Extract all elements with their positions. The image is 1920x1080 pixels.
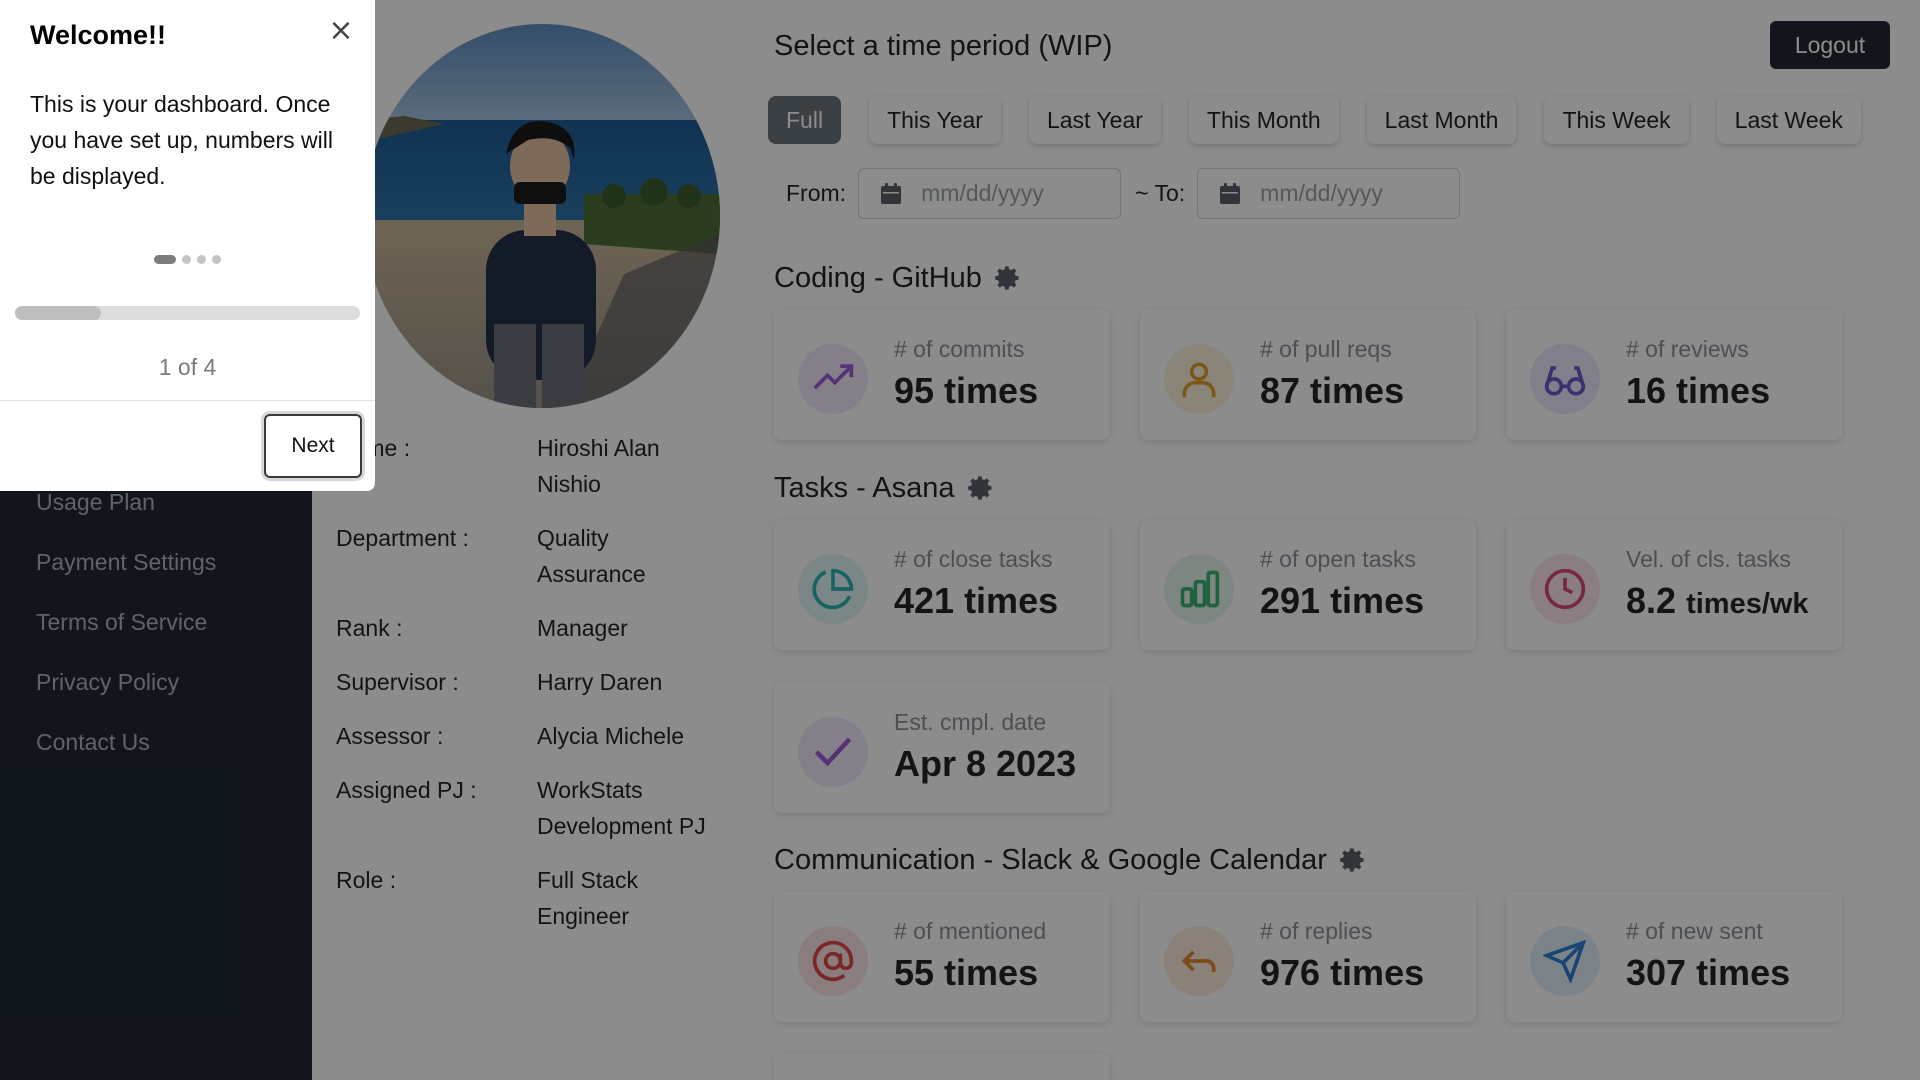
tour-dot[interactable] xyxy=(212,255,221,264)
tour-dot-active[interactable] xyxy=(154,255,176,264)
tour-title: Welcome!! xyxy=(30,20,167,50)
tour-progress-fill xyxy=(15,306,102,320)
close-icon[interactable]: × xyxy=(326,16,356,46)
tour-step-count: 1 of 4 xyxy=(158,354,217,380)
tour-body: This is your dashboard. Once you have se… xyxy=(30,91,333,189)
tour-step-dots xyxy=(154,255,221,264)
divider xyxy=(0,400,375,401)
tour-progress-bar xyxy=(15,306,360,320)
next-button[interactable]: Next xyxy=(264,414,362,478)
tour-dot[interactable] xyxy=(197,255,206,264)
welcome-tour-popover: Welcome!! × This is your dashboard. Once… xyxy=(0,0,375,491)
tour-dot[interactable] xyxy=(182,255,191,264)
